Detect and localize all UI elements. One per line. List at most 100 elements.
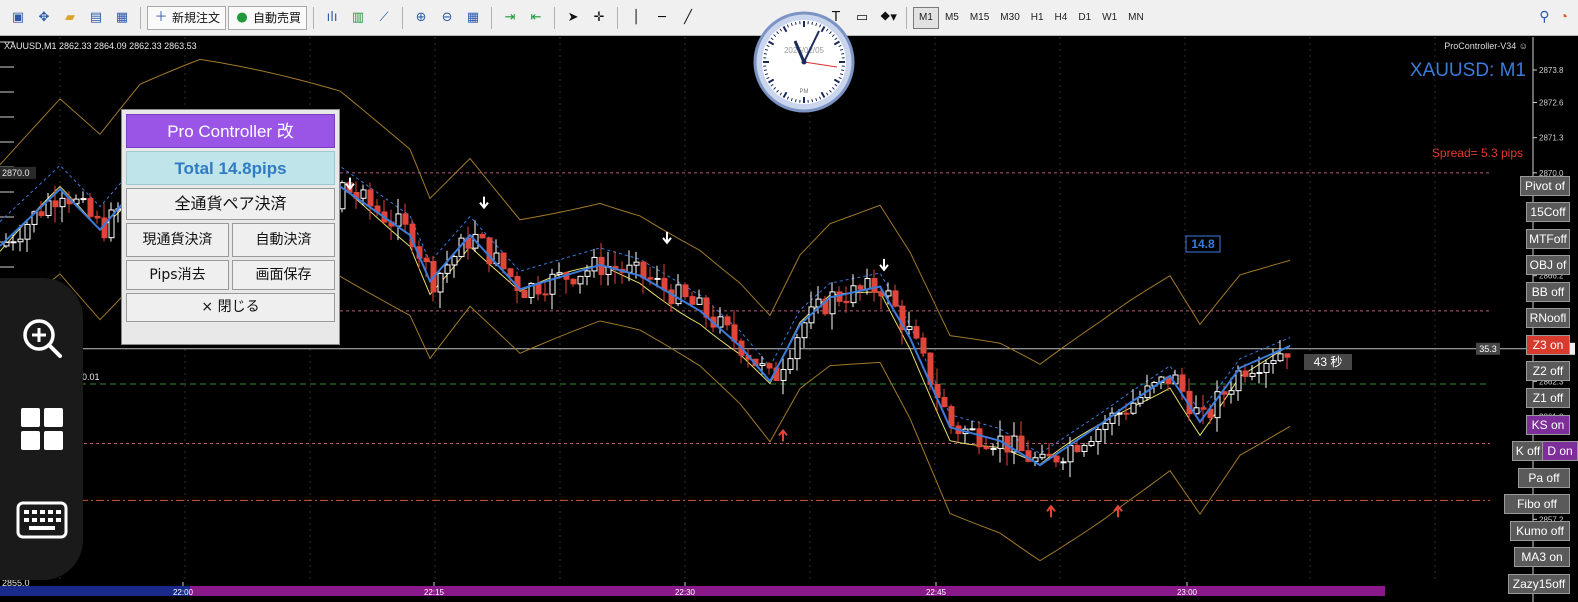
trendline-icon[interactable]: ╱ xyxy=(676,6,700,30)
toolbar-separator xyxy=(140,6,141,29)
toggle-rnoofl[interactable]: RNoofl xyxy=(1526,308,1570,328)
candle-body xyxy=(59,197,66,208)
vertical-line-icon[interactable]: │ xyxy=(624,6,648,30)
candle-body xyxy=(521,289,528,298)
search-icon[interactable]: ⚲ xyxy=(1539,8,1549,25)
cursor-icon[interactable]: ➤ xyxy=(561,6,585,30)
timeframe-w1[interactable]: W1 xyxy=(1097,7,1122,29)
candle-body xyxy=(850,285,857,304)
clock-tick xyxy=(811,21,814,25)
toggle-ks-on[interactable]: KS on xyxy=(1526,415,1570,435)
pips-label: 14.8 xyxy=(1191,237,1215,251)
toggle-kumo-off[interactable]: Kumo off xyxy=(1510,521,1570,541)
navigator-icon[interactable]: ▤ xyxy=(84,6,108,30)
toggle-obj-of[interactable]: OBJ of xyxy=(1526,255,1570,275)
candle-body xyxy=(864,278,871,290)
save-screen-button[interactable]: 画面保存 xyxy=(232,260,335,290)
toggle-bb-off[interactable]: BB off xyxy=(1526,282,1570,302)
toggle-15coff[interactable]: 15Coff xyxy=(1526,202,1570,222)
toggle-d-on[interactable]: D on xyxy=(1542,441,1578,461)
candle-body xyxy=(1263,362,1270,373)
new-order-label: 新規注文 xyxy=(172,11,221,25)
timeframe-m1[interactable]: M1 xyxy=(913,6,939,29)
candle-body xyxy=(1081,444,1088,453)
candle-body xyxy=(766,363,773,369)
candle-body xyxy=(591,256,598,272)
toggle-mtfoff[interactable]: MTFoff xyxy=(1526,229,1570,249)
pips-box: 14.8 xyxy=(1185,235,1221,253)
candle-body xyxy=(948,406,955,427)
toggle-z1-off[interactable]: Z1 off xyxy=(1526,388,1570,408)
objects-dropdown-icon[interactable]: ⯁▾ xyxy=(876,6,900,30)
chart-shift-icon[interactable]: ⇤ xyxy=(524,6,548,30)
keyboard-button[interactable] xyxy=(16,494,68,546)
bar-chart-icon[interactable]: ılı xyxy=(320,6,344,30)
toggle-pivot-of[interactable]: Pivot of xyxy=(1520,176,1570,196)
toggle-fibo-off[interactable]: Fibo off xyxy=(1504,494,1570,514)
timeframe-h1[interactable]: H1 xyxy=(1026,7,1049,29)
candle-body xyxy=(3,241,10,247)
timeframe-m5[interactable]: M5 xyxy=(940,7,964,29)
candle-body xyxy=(794,337,801,360)
tile-windows-icon[interactable]: ▦ xyxy=(461,6,485,30)
candle-body xyxy=(843,300,850,304)
candle-body xyxy=(1235,370,1242,392)
clock-tick xyxy=(763,69,767,72)
new-order-button[interactable]: ＋ 新規注文 xyxy=(147,5,227,30)
candle-body xyxy=(17,238,24,243)
candle-body xyxy=(885,290,892,297)
pro-controller-title: Pro Controller 改 xyxy=(126,114,335,148)
toggle-zazy15off[interactable]: Zazy15off xyxy=(1508,574,1570,594)
sell-arrow xyxy=(879,258,889,272)
new-chart-icon[interactable]: ▣ xyxy=(6,6,30,30)
toggle-pa-off[interactable]: Pa off xyxy=(1518,468,1570,488)
auto-scroll-icon[interactable]: ⇥ xyxy=(498,6,522,30)
candle-body xyxy=(1284,353,1291,358)
zoom-in-icon[interactable]: ⊕ xyxy=(409,6,433,30)
zoom-out-icon[interactable]: ⊖ xyxy=(435,6,459,30)
toggle-z2-off[interactable]: Z2 off xyxy=(1526,361,1570,381)
line-chart-icon[interactable]: ⟋ xyxy=(372,6,396,30)
candle-body xyxy=(10,241,17,244)
close-all-pairs-button[interactable]: 全通貨ペア決済 xyxy=(126,188,335,220)
clear-pips-button[interactable]: Pips消去 xyxy=(126,260,229,290)
crosshair-icon[interactable]: ✛ xyxy=(587,6,611,30)
tester-icon[interactable]: ▦ xyxy=(110,6,134,30)
candle-body xyxy=(1123,412,1130,415)
candle-body xyxy=(1242,370,1249,377)
auto-close-button[interactable]: 自動決済 xyxy=(232,223,335,257)
toolbar-separator xyxy=(402,6,404,29)
clock-tick xyxy=(794,99,797,103)
close-panel-button[interactable]: × 閉じる xyxy=(126,293,335,322)
toggle-k-off[interactable]: K off xyxy=(1512,441,1544,461)
candle-body xyxy=(1277,353,1284,362)
zoom-button[interactable] xyxy=(16,312,68,364)
candle-body xyxy=(451,256,458,266)
timeframe-d1[interactable]: D1 xyxy=(1073,7,1096,29)
horizontal-line-icon[interactable]: ─ xyxy=(650,6,674,30)
timeframe-m30[interactable]: M30 xyxy=(995,7,1024,29)
timeframe-h4[interactable]: H4 xyxy=(1050,7,1073,29)
candle-body xyxy=(976,428,983,448)
apps-button[interactable] xyxy=(16,403,68,455)
community-icon[interactable]: ◔ xyxy=(1560,8,1568,25)
candle-chart-icon[interactable]: ▥ xyxy=(346,6,370,30)
auto-trade-icon: ● xyxy=(236,9,248,25)
crosshair-profiles-icon[interactable]: ✥ xyxy=(32,6,56,30)
auto-trade-button[interactable]: ● 自動売買 xyxy=(228,5,308,30)
zoom-in-icon xyxy=(22,318,62,358)
candle-body xyxy=(1130,402,1137,414)
candle-body xyxy=(1074,444,1081,453)
timeframe-mn[interactable]: MN xyxy=(1123,7,1149,29)
timeframe-m15[interactable]: M15 xyxy=(965,7,994,29)
candle-body xyxy=(80,198,87,201)
candle-body xyxy=(1067,444,1074,463)
folder-icon[interactable]: ▰ xyxy=(58,6,82,30)
toggle-z3-on[interactable]: Z3 on xyxy=(1526,335,1570,355)
close-current-pair-button[interactable]: 現通貨決済 xyxy=(126,223,229,257)
clock-tick xyxy=(763,52,767,55)
clock-tick xyxy=(841,52,845,55)
sell-arrow xyxy=(479,196,489,210)
toggle-ma3-on[interactable]: MA3 on xyxy=(1514,547,1570,567)
candle-body xyxy=(1018,435,1025,452)
